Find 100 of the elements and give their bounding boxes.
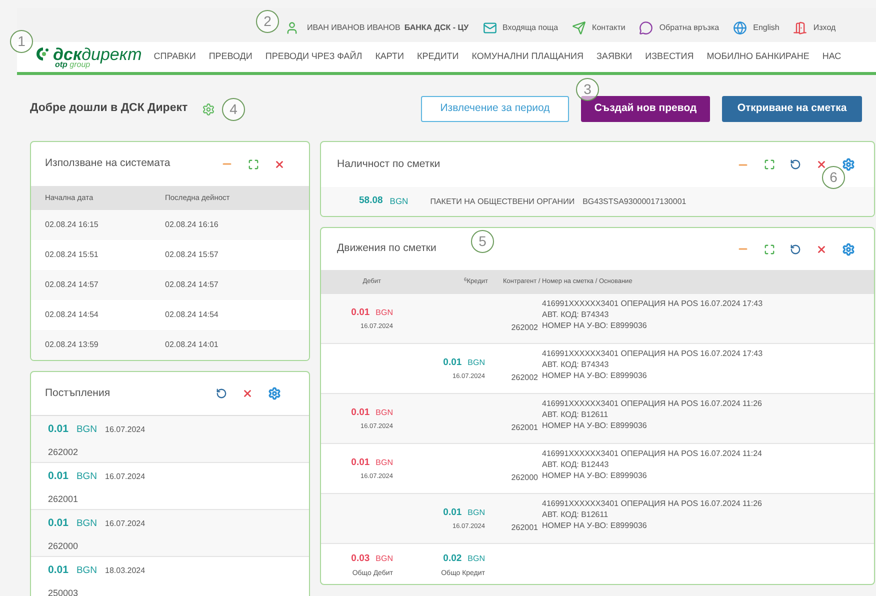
- table-cell-text: 02.08.24 14:01: [165, 339, 220, 351]
- globe-icon: [733, 21, 748, 35]
- currency: BGN: [390, 195, 408, 208]
- description-line: 416991XXXXXX3401 ОПЕРАЦИЯ НА POS 16.07.2024 11:26: [542, 498, 762, 509]
- top-link[interactable]: Входяща поща: [482, 21, 558, 35]
- table-cell-text: 02.08.24 14:54: [45, 309, 100, 321]
- settings-icon[interactable]: [268, 387, 281, 400]
- description-line: 416991XXXXXX3401 ОПЕРАЦИЯ НА POS 16.07.2024 17:43: [542, 348, 763, 359]
- account-number: 262000: [511, 472, 538, 484]
- date: 16.07.2024: [105, 424, 146, 436]
- nav-item[interactable]: НАС: [822, 50, 842, 64]
- callout-marker: 3: [576, 78, 599, 101]
- top-link[interactable]: Обратна връзка: [639, 21, 720, 35]
- settings-icon[interactable]: [842, 242, 855, 256]
- chat-icon: [639, 21, 654, 35]
- nav-item[interactable]: МОБИЛНО БАНКИРАНЕ: [706, 50, 810, 64]
- description-line: НОМЕР НА У-ВО: E8999036: [542, 320, 648, 331]
- account-number: 262002: [511, 322, 538, 334]
- callout-marker: 2: [256, 10, 279, 33]
- currency: BGN: [76, 470, 98, 484]
- callout-marker: 1: [10, 30, 33, 53]
- date: 16.07.2024: [105, 471, 146, 483]
- refresh-icon[interactable]: [790, 159, 801, 170]
- logo-mark-icon: [35, 47, 51, 61]
- nav-item[interactable]: ПРЕВОДИ ЧРЕЗ ФАЙЛ: [265, 50, 362, 64]
- currency: BGN: [468, 553, 485, 565]
- amount: 0.01: [443, 356, 462, 370]
- branch-name: БАНКА ДСК - ЦУ: [404, 22, 469, 34]
- total-amount: 0.02: [443, 552, 462, 566]
- top-link[interactable]: Контакти: [572, 21, 626, 35]
- expand-icon[interactable]: [764, 244, 775, 254]
- panel-title: Наличност по сметки: [337, 156, 440, 172]
- close-icon[interactable]: [242, 388, 253, 399]
- top-link[interactable]: English: [733, 21, 780, 35]
- date: 16.07.2024: [105, 518, 146, 530]
- account-number: 262002: [511, 372, 538, 384]
- user-icon: [285, 21, 299, 35]
- amount: 0.01: [351, 456, 370, 470]
- total-amount: 0.03: [351, 552, 370, 566]
- description-line: НОМЕР НА У-ВО: E8999036: [542, 420, 648, 431]
- currency: BGN: [468, 357, 485, 369]
- nav-item[interactable]: КРЕДИТИ: [417, 50, 459, 64]
- user-name: ИВАН ИВАНОВ ИВАНОВ: [307, 22, 400, 34]
- settings-icon[interactable]: [202, 102, 215, 116]
- panel-title: Използване на системата: [45, 156, 170, 172]
- expand-icon[interactable]: [248, 158, 259, 170]
- description-line: АВТ. КОД: B12611: [542, 409, 610, 420]
- amount: 0.01: [351, 406, 370, 420]
- close-icon[interactable]: [816, 159, 827, 170]
- expand-icon[interactable]: [764, 159, 775, 170]
- nav-item[interactable]: ЗАЯВКИ: [596, 50, 632, 64]
- nav-item[interactable]: КОМУНАЛНИ ПЛАЩАНИЯ: [472, 50, 584, 64]
- table-cell-text: 02.08.24 13:59: [45, 339, 100, 351]
- description-line: 416991XXXXXX3401 ОПЕРАЦИЯ НА POS 16.07.2024 11:24: [542, 448, 762, 459]
- description-line: 416991XXXXXX3401 ОПЕРАЦИЯ НА POS 16.07.2024 11:26: [542, 398, 762, 409]
- currency: BGN: [468, 507, 485, 519]
- currency: BGN: [376, 407, 393, 419]
- description-line: НОМЕР НА У-ВО: E8999036: [542, 470, 648, 481]
- currency: BGN: [76, 564, 98, 578]
- amount: 0.01: [48, 516, 68, 531]
- description-line: АВТ. КОД: B12611: [542, 509, 610, 520]
- settings-icon[interactable]: [842, 158, 855, 171]
- callout-marker: 5: [471, 230, 494, 253]
- description-line: НОМЕР НА У-ВО: E8999036: [542, 520, 648, 531]
- table-cell-text: 02.08.24 15:51: [45, 249, 100, 261]
- account-number: 262001: [511, 522, 538, 534]
- currency: BGN: [376, 553, 393, 565]
- refresh-icon[interactable]: [216, 388, 227, 399]
- table-cell-text: 02.08.24 16:15: [45, 219, 100, 231]
- action-button[interactable]: Откриване на сметка: [722, 96, 862, 122]
- callout-marker: 6: [822, 166, 845, 189]
- amount: 0.01: [443, 506, 462, 520]
- close-icon[interactable]: [274, 158, 285, 170]
- currency: BGN: [76, 423, 98, 437]
- description-line: НОМЕР НА У-ВО: E8999036: [542, 370, 648, 381]
- mail-icon: [482, 21, 497, 35]
- send-icon: [572, 21, 586, 35]
- amount: 0.01: [351, 306, 370, 320]
- nav-item[interactable]: СПРАВКИ: [154, 50, 196, 64]
- account-number: 262001: [511, 422, 538, 434]
- description-line: АВТ. КОД: B74343: [542, 359, 610, 370]
- currency: BGN: [76, 517, 98, 531]
- table-cell-text: 02.08.24 14:54: [165, 309, 220, 321]
- amount: 0.01: [48, 563, 68, 578]
- account-name: ПАКЕТИ НА ОБЩЕСТВЕНИ ОРГАНИИ: [430, 196, 575, 208]
- description-line: АВТ. КОД: B74343: [542, 309, 610, 320]
- refresh-icon[interactable]: [790, 244, 801, 254]
- nav-item[interactable]: ИЗВЕСТИЯ: [645, 50, 694, 64]
- nav-item[interactable]: ПРЕВОДИ: [208, 50, 252, 64]
- action-button[interactable]: Създай нов превод: [581, 96, 710, 122]
- description-line: АВТ. КОД: B12443: [542, 459, 610, 470]
- nav-item[interactable]: КАРТИ: [375, 50, 404, 64]
- currency: BGN: [376, 307, 393, 319]
- reference: 262002: [48, 446, 78, 459]
- logo[interactable]: дскдирект otp group: [35, 46, 142, 68]
- exit-icon: [793, 21, 808, 35]
- callout-marker: 4: [222, 98, 245, 121]
- top-link[interactable]: Изход: [793, 21, 836, 35]
- close-icon[interactable]: [816, 244, 827, 254]
- welcome-title: Добре дошли в ДСК Директ: [30, 101, 188, 116]
